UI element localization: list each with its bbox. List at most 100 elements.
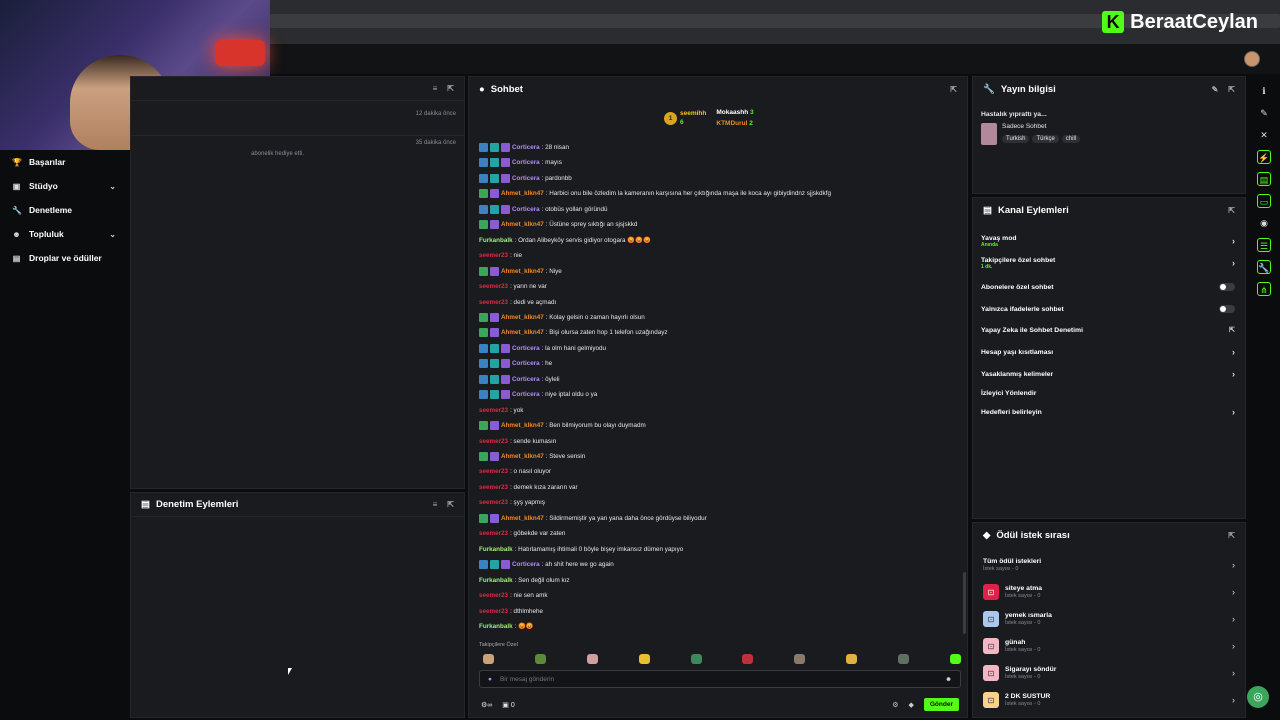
popout-icon[interactable]: ⇱ xyxy=(447,84,454,93)
chat-username[interactable]: Ahmet_klkn47 xyxy=(501,515,544,522)
emote-icon[interactable] xyxy=(742,654,754,664)
chat-username[interactable]: Furkanbalk xyxy=(479,546,513,553)
chat-username[interactable]: Corticera xyxy=(512,206,540,213)
chat-message[interactable]: Furkanbalk: Sen değil olum kız xyxy=(479,574,570,587)
edit-icon[interactable]: ✎ xyxy=(1257,106,1271,120)
followers-only-row[interactable]: Takipçilere özel sohbet 1 dk. › xyxy=(981,254,1235,272)
nav-item-moderation[interactable]: 🔧 Denetleme xyxy=(0,198,128,222)
chat-username[interactable]: seemer23 xyxy=(479,499,508,506)
chat-username[interactable]: Furkanbalk xyxy=(479,623,513,630)
chat-username[interactable]: Corticera xyxy=(512,360,540,367)
chat-message[interactable]: Ahmet_klkn47: Bişi olursa zaten hop 1 te… xyxy=(479,326,668,339)
popout-icon[interactable]: ⇱ xyxy=(1228,206,1235,215)
ai-moderation-row[interactable]: Yapay Zeka ile Sohbet Denetimi ⇱ xyxy=(981,321,1235,339)
chat-message[interactable]: Ahmet_klkn47: Sildirmemiştir ya yan yana… xyxy=(479,512,707,525)
info-icon[interactable]: ℹ xyxy=(1257,84,1271,98)
emote-icon[interactable] xyxy=(690,654,702,664)
chat-username[interactable]: Corticera xyxy=(512,345,540,352)
nav-item-achievements[interactable]: 🏆 Başarılar xyxy=(0,150,128,174)
chat-message[interactable]: Furkanbalk: Ordan Alibeyköy servis gidiy… xyxy=(479,234,651,247)
chat-username[interactable]: seemer23 xyxy=(479,438,508,445)
reward-row[interactable]: ⊡ siteye atma İstek sayısı - 0 › xyxy=(983,580,1235,604)
nav-item-community[interactable]: ☻ Topluluk ⌄ xyxy=(0,222,128,246)
emote-icon[interactable] xyxy=(794,654,806,664)
chat-message[interactable]: Furkanbalk: 😡😡 xyxy=(479,620,534,633)
chat-message[interactable]: Ahmet_klkn47: Ben bilmiyorum bu olayı du… xyxy=(479,419,646,432)
microphone-icon[interactable]: ● xyxy=(488,676,492,683)
chat-message[interactable]: Ahmet_klkn47: Harbici onu bile özledim l… xyxy=(479,187,831,200)
popout-icon[interactable]: ⇱ xyxy=(447,500,454,509)
chat-message[interactable]: Corticera: otobüs yolları göründü xyxy=(479,203,607,216)
chat-message[interactable]: Corticera: pardonbb xyxy=(479,172,572,185)
chat-message[interactable]: Corticera: öyleli xyxy=(479,373,560,386)
chat-username[interactable]: seemer23 xyxy=(479,252,508,259)
chat-message[interactable]: Ahmet_klkn47: Steve sensin xyxy=(479,450,585,463)
chat-message[interactable]: seemer23: demek kıza zararın var xyxy=(479,481,578,494)
chat-message[interactable]: seemer23: sende kumasın xyxy=(479,435,556,448)
list-icon[interactable]: ☰ xyxy=(1257,238,1271,252)
chat-message[interactable]: Ahmet_klkn47: Niye xyxy=(479,265,562,278)
filter-icon[interactable]: ≡ xyxy=(433,84,438,93)
chat-username[interactable]: seemer23 xyxy=(479,283,508,290)
emoji-icon[interactable]: ☻ xyxy=(945,676,952,683)
chat-username[interactable]: seemer23 xyxy=(479,407,508,414)
tool-icon[interactable]: 🔧 xyxy=(1257,260,1271,274)
reward-row[interactable]: ⊡ günah İstek sayısı - 0 › xyxy=(983,634,1235,658)
chat-username[interactable]: seemer23 xyxy=(479,468,508,475)
chat-username[interactable]: Ahmet_klkn47 xyxy=(501,314,544,321)
chat-message[interactable]: seemer23: yarın ne var xyxy=(479,280,547,293)
goals-row[interactable]: Hedefleri belirleyin › xyxy=(981,403,1235,421)
chat-message[interactable]: seemer23: yok xyxy=(479,404,523,417)
chat-username[interactable]: Ahmet_klkn47 xyxy=(501,453,544,460)
gift-help-button[interactable]: ◎ xyxy=(1247,686,1269,708)
emote-icon[interactable] xyxy=(638,654,650,664)
chat-username[interactable]: Corticera xyxy=(512,175,540,182)
chat-username[interactable]: Corticera xyxy=(512,561,540,568)
chat-message[interactable]: Corticera: ah shit here we go again xyxy=(479,558,614,571)
chat-message[interactable]: seemer23: nie sen amk xyxy=(479,589,548,602)
chat-username[interactable]: seemer23 xyxy=(479,484,508,491)
chat-message[interactable]: Furkanbalk: Hatırlamamış ihtimali 0 böyl… xyxy=(479,543,683,556)
chat-username[interactable]: Furkanbalk xyxy=(479,577,513,584)
chat-username[interactable]: Ahmet_klkn47 xyxy=(501,221,544,228)
reward-icon[interactable]: ⚙∞ xyxy=(481,701,492,709)
chat-username[interactable]: Ahmet_klkn47 xyxy=(501,268,544,275)
broadcast-icon[interactable]: ◉ xyxy=(1257,216,1271,230)
popout-icon[interactable]: ⇱ xyxy=(950,85,957,94)
emote-icon[interactable] xyxy=(949,654,961,664)
chat-message[interactable]: seemer23: nie xyxy=(479,249,522,262)
chat-icon[interactable]: ▭ xyxy=(1257,194,1271,208)
chat-username[interactable]: Ahmet_klkn47 xyxy=(501,422,544,429)
account-age-row[interactable]: Hesap yaşı kısıtlaması › xyxy=(981,343,1235,361)
chat-message[interactable]: Corticera: mayıs xyxy=(479,156,562,169)
emote-icon[interactable] xyxy=(898,654,909,664)
connections-icon[interactable]: ⋔ xyxy=(1257,282,1271,296)
popout-icon[interactable]: ⇱ xyxy=(1228,531,1235,540)
emotes-only-toggle[interactable] xyxy=(1219,305,1235,313)
chat-username[interactable]: Ahmet_klkn47 xyxy=(501,190,544,197)
chat-username[interactable]: Corticera xyxy=(512,376,540,383)
user-avatar[interactable] xyxy=(1244,51,1260,67)
chat-username[interactable]: Corticera xyxy=(512,391,540,398)
settings-icon[interactable]: ⚙ xyxy=(892,701,898,709)
chat-message[interactable]: seemer23: o nasıl oluyor xyxy=(479,465,551,478)
chat-username[interactable]: Furkanbalk xyxy=(479,237,513,244)
chat-username[interactable]: seemer23 xyxy=(479,608,508,615)
banned-words-row[interactable]: Yasaklanmış kelimeler › xyxy=(981,365,1235,383)
chat-username[interactable]: Corticera xyxy=(512,144,540,151)
chat-message[interactable]: Corticera: niye iptal oldu o ya xyxy=(479,388,597,401)
nav-item-studio[interactable]: ▣ Stüdyo ⌄ xyxy=(0,174,128,198)
emote-icon[interactable] xyxy=(846,654,858,664)
chat-username[interactable]: seemer23 xyxy=(479,530,508,537)
chat-scrollbar[interactable] xyxy=(963,572,966,634)
chat-message[interactable]: Corticera: la olm hani gelmiyodu xyxy=(479,342,606,355)
subscribers-only-toggle[interactable] xyxy=(1219,283,1235,291)
reward-row[interactable]: ⊡ yemek ısmarla İstek sayısı - 0 › xyxy=(983,607,1235,631)
host-row[interactable]: İzleyici Yönlendir xyxy=(981,384,1235,402)
chat-message[interactable]: seemer23: şyş yapmış xyxy=(479,496,545,509)
chat-message[interactable]: Corticera: he xyxy=(479,357,552,370)
chat-username[interactable]: Ahmet_klkn47 xyxy=(501,329,544,336)
filter-icon[interactable]: ≡ xyxy=(433,500,438,509)
slow-mode-row[interactable]: Yavaş mod Anında › xyxy=(981,232,1235,250)
reward-row-all[interactable]: Tüm ödül istekleri İstek sayısı - 0 › xyxy=(983,553,1235,577)
